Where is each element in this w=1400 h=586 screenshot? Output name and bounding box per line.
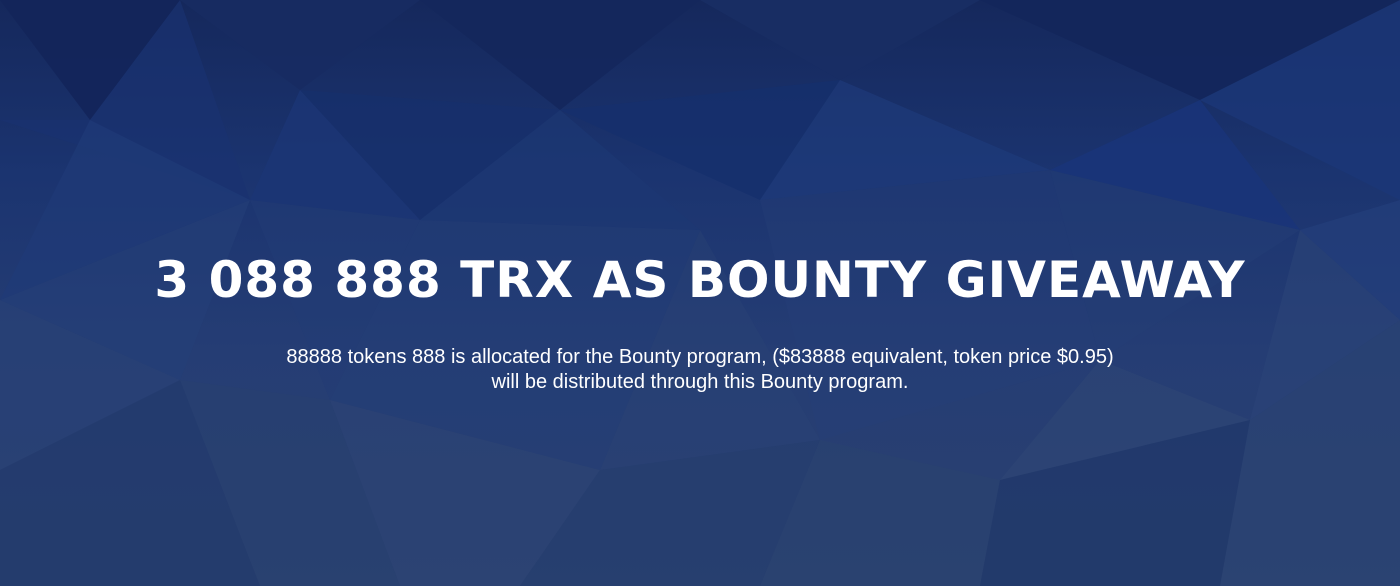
banner-description: 88888 tokens 888 is allocated for the Bo… xyxy=(0,345,1400,395)
banner-content: 3 088 888 TRX AS BOUNTY GIVEAWAY 88888 t… xyxy=(0,0,1400,586)
banner-headline: 3 088 888 TRX AS BOUNTY GIVEAWAY xyxy=(154,251,1246,309)
banner-description-line-1: 88888 tokens 888 is allocated for the Bo… xyxy=(286,346,1114,368)
banner-description-line-2: will be distributed through this Bounty … xyxy=(491,371,909,393)
bounty-banner: 3 088 888 TRX AS BOUNTY GIVEAWAY 88888 t… xyxy=(0,0,1400,586)
